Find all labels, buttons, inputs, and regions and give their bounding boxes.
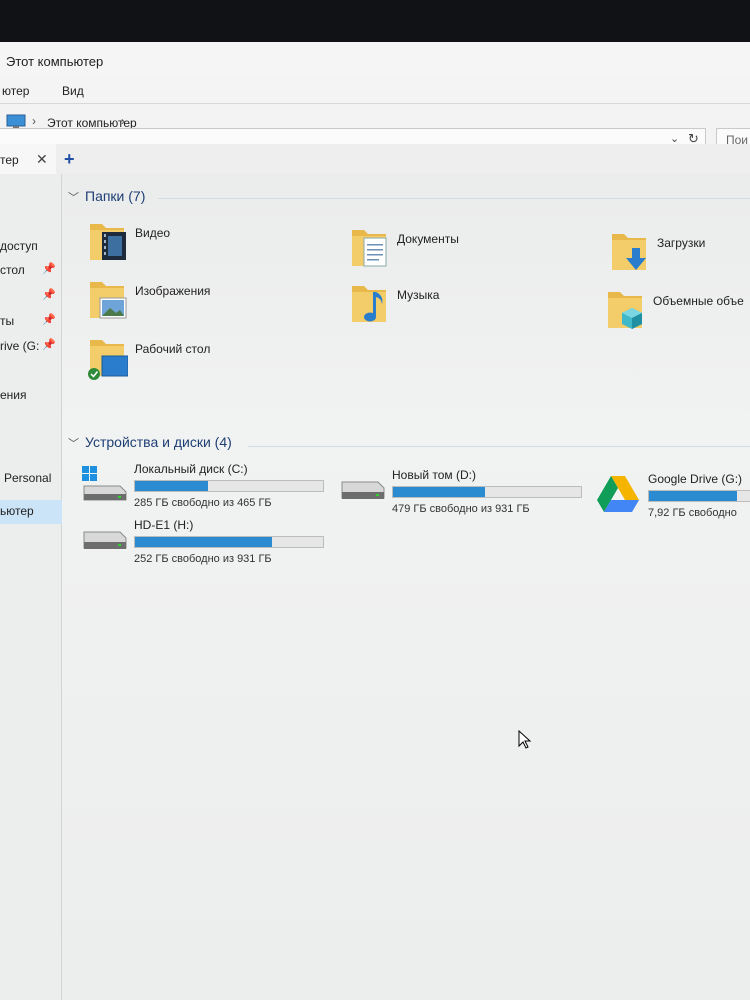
- window-title: Этот компьютер: [6, 54, 104, 69]
- address-bar: › Этот компьютер › ⌄ ↻ Пои: [0, 104, 750, 150]
- folders-group-title: Папки (7): [85, 188, 146, 204]
- drive-free-space: 7,92 ГБ свободно: [648, 507, 737, 519]
- documents-folder-icon: [352, 230, 387, 267]
- google-drive-icon: [597, 476, 639, 512]
- ribbon-tab-computer[interactable]: ютер: [2, 84, 29, 98]
- 3d-objects-folder-icon: [608, 292, 642, 329]
- drive-free-space: 252 ГБ свободно из 931 ГБ: [134, 553, 272, 565]
- sidebar-item-quick-access[interactable]: доступ: [0, 236, 62, 258]
- folder-item-desktop[interactable]: Рабочий стол: [88, 334, 268, 384]
- folder-label: Музыка: [397, 288, 440, 302]
- pin-icon: 📌: [42, 339, 56, 351]
- sidebar-item-this-pc[interactable]: ьютер: [0, 500, 62, 524]
- drive-usage-bar: [134, 480, 324, 492]
- drive-usage-fill: [393, 487, 486, 497]
- folder-item-music[interactable]: Музыка: [350, 280, 550, 330]
- sidebar-item-label: ения: [0, 388, 27, 402]
- folder-item-downloads[interactable]: Загрузки: [610, 228, 750, 278]
- folder-label: Рабочий стол: [135, 342, 211, 356]
- sidebar-item-label: доступ: [0, 239, 38, 253]
- sidebar-item-label: rive (G:: [0, 339, 40, 353]
- sidebar-item-label: ьютер: [0, 504, 34, 518]
- folder-label: Изображения: [135, 284, 211, 298]
- drive-usage-bar: [648, 490, 750, 502]
- dark-background: [0, 0, 750, 42]
- tab-strip: тер ✕ +: [0, 144, 750, 174]
- drive-item-d[interactable]: Новый том (D:) 479 ГБ свободно из 931 ГБ: [338, 468, 588, 518]
- pin-icon: 📌: [42, 314, 56, 326]
- tab-label: тер: [0, 153, 19, 167]
- folder-item-3d-objects[interactable]: Объемные объе: [606, 286, 750, 336]
- folder-label: Видео: [135, 226, 171, 240]
- sidebar-item-downloads[interactable]: 📌: [0, 286, 62, 308]
- drives-group-header[interactable]: ﹀ Устройства и диски (4): [68, 434, 232, 451]
- drive-usage-fill: [135, 481, 209, 491]
- tab-close-icon[interactable]: ✕: [36, 151, 48, 168]
- folder-label: Документы: [397, 232, 459, 246]
- tab-this-pc[interactable]: тер ✕: [0, 144, 56, 174]
- drive-item-g[interactable]: Google Drive (G:) 7,92 ГБ свободно: [594, 472, 750, 522]
- desktop-folder-icon: [88, 340, 128, 380]
- titlebar: Этот компьютер: [0, 42, 750, 78]
- folder-label: Объемные объе: [653, 294, 744, 308]
- group-divider: [158, 198, 750, 199]
- downloads-folder-icon: [612, 234, 646, 270]
- drive-free-space: 479 ГБ свободно из 931 ГБ: [392, 503, 530, 515]
- navigation-pane: доступ стол 📌 📌 ты 📌 rive (G: 📌 ения Per…: [0, 174, 62, 1000]
- windows-drive-icon: [82, 466, 127, 501]
- sidebar-item-label: ты: [0, 314, 15, 328]
- ribbon-tab-view[interactable]: Вид: [62, 84, 84, 98]
- breadcrumb-chevron-icon[interactable]: ›: [121, 114, 125, 128]
- hdd-icon: [341, 481, 385, 499]
- hdd-icon: [83, 531, 127, 549]
- pictures-folder-icon: [90, 282, 127, 319]
- pin-icon: 📌: [42, 263, 56, 275]
- sidebar-item-pictures[interactable]: ения: [0, 385, 62, 407]
- pin-icon: 📌: [42, 289, 56, 301]
- collapse-chevron-icon[interactable]: ﹀: [68, 192, 79, 204]
- drive-free-space: 285 ГБ свободно из 465 ГБ: [134, 497, 272, 509]
- ribbon-tabs: ютер Вид: [0, 78, 750, 104]
- sidebar-item-desktop[interactable]: стол 📌: [0, 260, 62, 282]
- drive-item-c[interactable]: Локальный диск (C:) 285 ГБ свободно из 4…: [80, 462, 330, 512]
- drive-usage-bar: [392, 486, 582, 498]
- drive-usage-fill: [135, 537, 273, 547]
- video-folder-icon: [90, 224, 126, 260]
- sidebar-item-onedrive-personal[interactable]: Personal: [0, 468, 62, 490]
- drive-label: Google Drive (G:): [648, 472, 743, 486]
- content-pane: ﹀ Папки (7) Видео Документы Загрузки Изо…: [62, 174, 750, 1000]
- drives-group-title: Устройства и диски (4): [85, 434, 232, 450]
- drive-label: Локальный диск (C:): [134, 462, 248, 476]
- collapse-chevron-icon[interactable]: ﹀: [68, 438, 79, 450]
- sidebar-item-label: стол: [0, 263, 25, 277]
- group-divider: [248, 446, 750, 447]
- folders-group-header[interactable]: ﹀ Папки (7): [68, 188, 145, 205]
- new-tab-icon[interactable]: +: [64, 149, 75, 170]
- folder-label: Загрузки: [657, 236, 706, 250]
- sidebar-item-google-drive[interactable]: rive (G: 📌: [0, 336, 62, 358]
- drive-label: HD-E1 (H:): [134, 518, 194, 532]
- mouse-cursor-icon: [518, 730, 532, 749]
- music-folder-icon: [352, 286, 386, 322]
- file-explorer-window: Этот компьютер ютер Вид › Этот компьютер…: [0, 42, 750, 1000]
- drive-usage-bar: [134, 536, 324, 548]
- folder-item-documents[interactable]: Документы: [350, 224, 550, 274]
- folder-item-video[interactable]: Видео: [88, 218, 268, 268]
- drive-usage-fill: [649, 491, 738, 501]
- drive-label: Новый том (D:): [392, 468, 476, 482]
- breadcrumb-chevron-icon[interactable]: ›: [32, 114, 36, 128]
- drive-item-h[interactable]: HD-E1 (H:) 252 ГБ свободно из 931 ГБ: [80, 518, 330, 568]
- sidebar-item-label: Personal: [4, 471, 52, 485]
- sidebar-item-documents[interactable]: ты 📌: [0, 311, 62, 333]
- folder-item-pictures[interactable]: Изображения: [88, 276, 268, 326]
